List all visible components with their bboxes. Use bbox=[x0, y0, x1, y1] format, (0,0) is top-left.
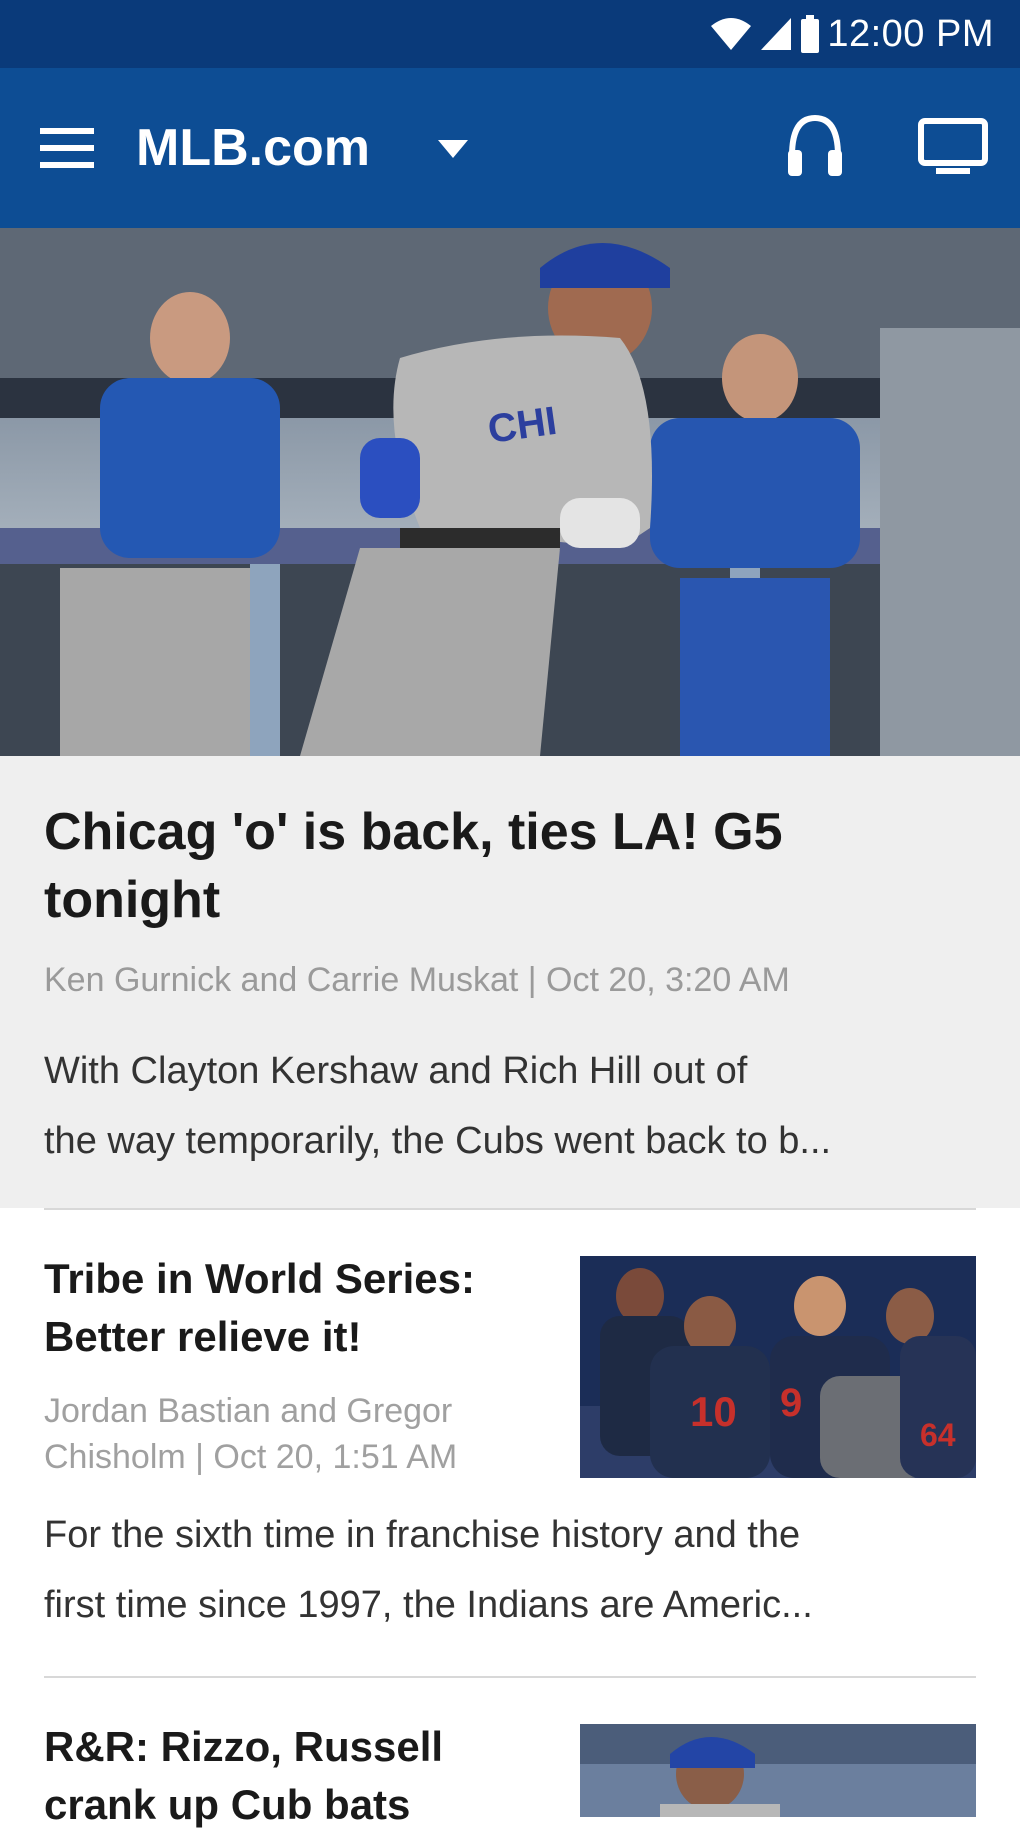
story-description-line-1: For the sixth time in franchise history … bbox=[44, 1514, 801, 1556]
svg-text:9: 9 bbox=[780, 1381, 802, 1425]
story-thumbnail[interactable]: 10 9 64 bbox=[580, 1256, 976, 1478]
battery-icon bbox=[801, 15, 820, 53]
signal-icon bbox=[761, 18, 792, 50]
divider bbox=[44, 1676, 976, 1678]
hero-photo-illustration: CHI bbox=[0, 228, 1020, 756]
story-description: For the sixth time in franchise history … bbox=[44, 1500, 984, 1640]
story-title[interactable]: Tribe in World Series: Better relieve it… bbox=[44, 1250, 564, 1366]
status-icons: 12:00 PM bbox=[709, 12, 994, 56]
hero-image[interactable]: CHI bbox=[0, 228, 1020, 756]
tv-icon[interactable] bbox=[918, 118, 988, 176]
status-bar: 12:00 PM bbox=[0, 0, 1020, 68]
story-thumbnail-illustration bbox=[580, 1724, 976, 1817]
story-thumbnail[interactable] bbox=[580, 1724, 976, 1817]
lead-story-description: With Clayton Kershaw and Rich Hill out o… bbox=[44, 1036, 984, 1176]
status-time: 12:00 PM bbox=[827, 12, 994, 55]
app-bar: MLB.com bbox=[0, 68, 1020, 228]
divider bbox=[44, 1208, 976, 1210]
wifi-icon bbox=[711, 18, 752, 50]
lead-story-description-line-2: the way temporarily, the Cubs went back … bbox=[44, 1120, 832, 1162]
lead-story-title[interactable]: Chicag 'o' is back, ties LA! G5 tonight bbox=[44, 798, 944, 934]
story-meta: Jordan Bastian and Gregor Chisholm | Oct… bbox=[44, 1392, 458, 1476]
lead-story-description-line-1: With Clayton Kershaw and Rich Hill out o… bbox=[44, 1050, 748, 1092]
lead-story-meta: Ken Gurnick and Carrie Muskat | Oct 20, … bbox=[44, 961, 790, 999]
headphones-icon[interactable] bbox=[786, 112, 844, 178]
dropdown-icon[interactable] bbox=[436, 138, 470, 160]
app-title[interactable]: MLB.com bbox=[136, 120, 370, 176]
story-description-line-2: first time since 1997, the Indians are A… bbox=[44, 1584, 813, 1626]
menu-icon[interactable] bbox=[40, 128, 94, 168]
story-thumbnail-illustration: 10 9 64 bbox=[580, 1256, 976, 1478]
svg-text:10: 10 bbox=[690, 1388, 737, 1435]
svg-text:64: 64 bbox=[920, 1417, 956, 1453]
